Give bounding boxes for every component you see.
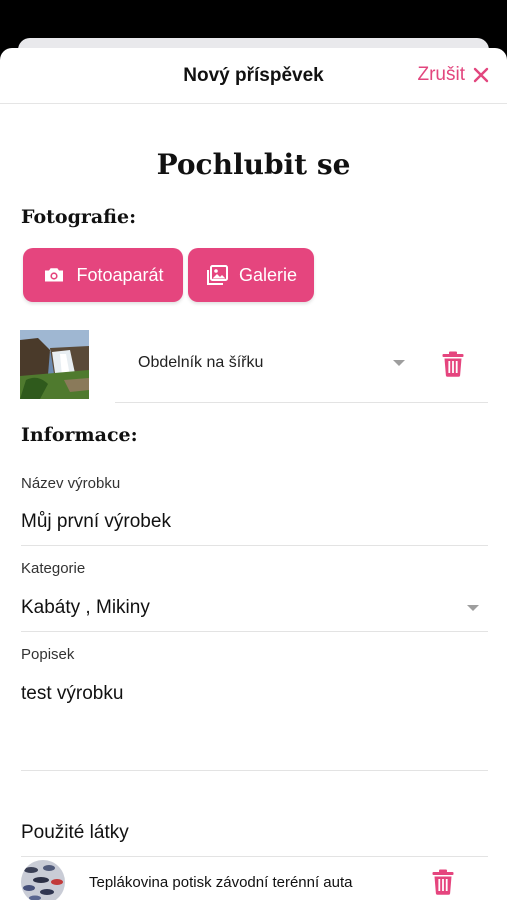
material-avatar — [21, 860, 65, 900]
photo-shape-select[interactable]: Obdelník na šířku — [115, 338, 405, 388]
material-item-name: Teplákovina potisk závodní terénní auta — [89, 874, 353, 891]
category-divider — [21, 631, 488, 632]
trash-icon — [442, 351, 464, 377]
camera-icon — [45, 268, 64, 282]
gallery-icon — [206, 265, 228, 285]
category-label: Kategorie — [21, 560, 86, 577]
product-name-input[interactable]: Můj první výrobek — [21, 511, 171, 533]
chevron-down-icon — [393, 360, 405, 366]
fabric-pattern-image — [21, 860, 65, 900]
camera-button[interactable]: Fotoaparát — [23, 248, 183, 302]
description-divider — [21, 770, 488, 771]
delete-photo-button[interactable] — [442, 351, 464, 377]
materials-divider — [21, 856, 488, 857]
navbar: Nový příspěvek Zrušit — [0, 48, 507, 104]
page-title: Pochlubit se — [156, 148, 351, 181]
photo-divider — [115, 402, 488, 403]
description-textarea[interactable]: test výrobku — [21, 683, 123, 705]
close-icon — [473, 67, 489, 83]
category-chevron-down-icon[interactable] — [467, 605, 479, 611]
category-select[interactable]: Kabáty , Mikiny — [21, 597, 150, 619]
delete-material-button[interactable] — [432, 869, 454, 895]
camera-button-label: Fotoaparát — [76, 264, 164, 285]
gallery-button[interactable]: Galerie — [188, 248, 314, 302]
new-post-sheet: Nový příspěvek Zrušit Pochlubit se Fotog… — [0, 48, 507, 900]
description-label: Popisek — [21, 646, 75, 663]
product-name-divider — [21, 545, 488, 546]
cancel-label: Zrušit — [417, 64, 466, 85]
photo-thumbnail[interactable] — [20, 330, 89, 399]
product-name-label: Název výrobku — [21, 475, 121, 492]
photos-section-title: Fotografie: — [21, 206, 137, 228]
info-section-title: Informace: — [21, 424, 138, 446]
photo-shape-value: Obdelník na šířku — [138, 354, 264, 371]
gallery-button-label: Galerie — [238, 264, 298, 285]
cancel-button[interactable]: Zrušit — [418, 64, 490, 86]
trash-icon — [432, 869, 454, 895]
waterfall-photo — [20, 330, 89, 399]
materials-section-title: Použité látky — [21, 822, 129, 843]
